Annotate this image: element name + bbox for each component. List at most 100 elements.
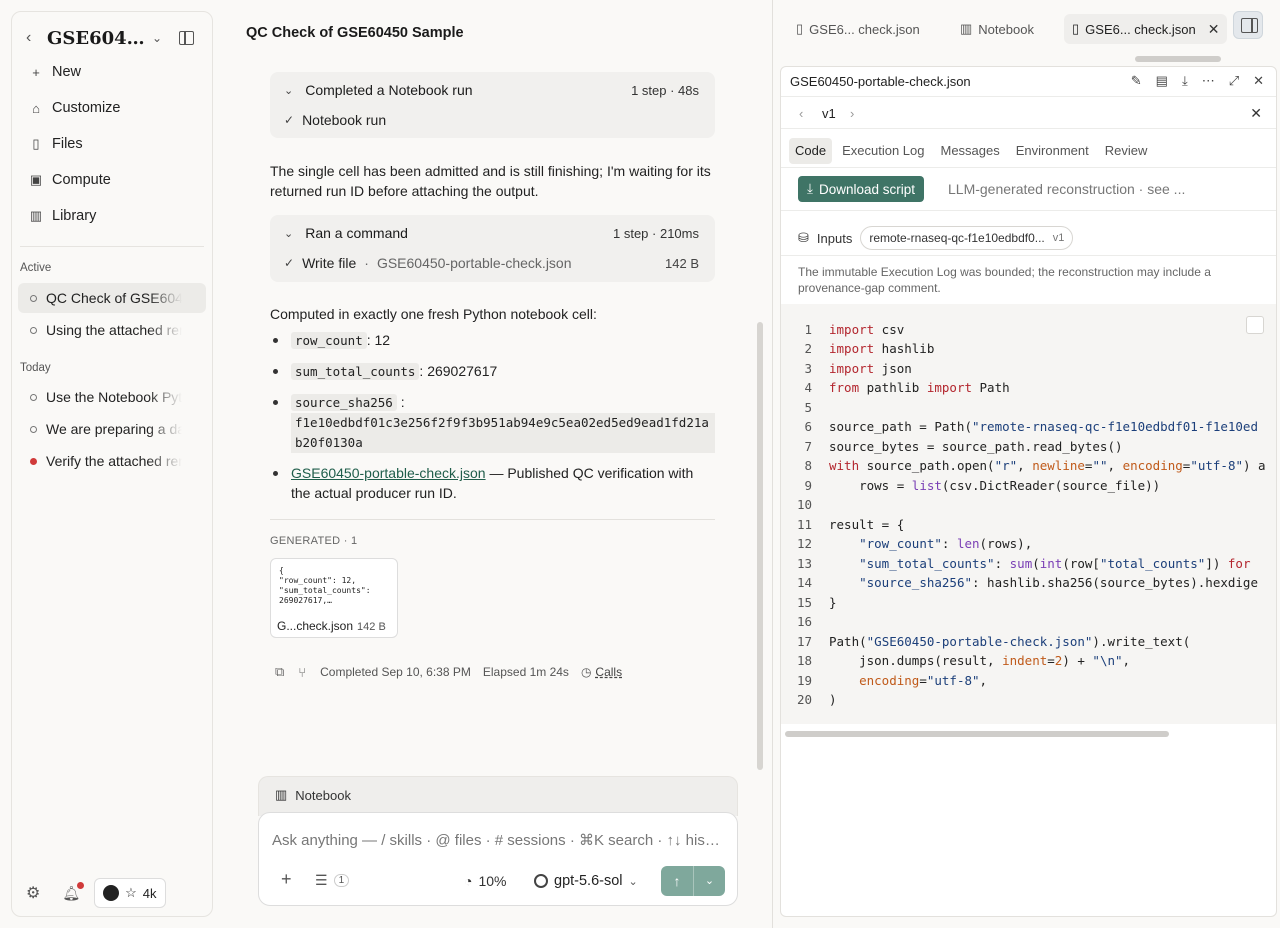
list-item: source_sha256 : f1e10edbdf01c3e256f2f9f3… bbox=[273, 392, 715, 453]
more-icon[interactable]: ⋯ bbox=[1202, 73, 1215, 89]
code-horizontal-scrollbar[interactable] bbox=[785, 731, 1169, 737]
check-icon: ✓ bbox=[284, 113, 295, 127]
chevron-down-icon: ⌄ bbox=[628, 875, 638, 888]
tab-notebook[interactable]: ▥ Notebook bbox=[960, 14, 1034, 44]
download-icon[interactable]: ⤓ bbox=[1182, 73, 1188, 89]
session-item[interactable]: Use the Notebook Python bbox=[18, 382, 206, 412]
section-today: Today bbox=[20, 362, 51, 374]
check-icon: ✓ bbox=[284, 256, 295, 270]
composer: Ask anything — / skills · @ files · # se… bbox=[258, 812, 738, 906]
code-line: 6 source_path = Path("remote-rnaseq-qc-f1… bbox=[804, 419, 1258, 434]
session-item[interactable]: We are preparing a dataset bbox=[18, 414, 206, 444]
download-icon: ⤓ bbox=[807, 181, 813, 196]
chevron-down-icon[interactable]: ⌄ bbox=[152, 31, 162, 45]
sidebar: ‹ GSE60450... ⌄ +New ⌂Customize ▯Files ▣… bbox=[11, 11, 213, 917]
session-item[interactable]: Verify the attached remote bbox=[18, 446, 206, 476]
status-dot-error-icon bbox=[30, 457, 37, 465]
close-icon[interactable]: ✕ bbox=[1250, 105, 1262, 122]
file-icon: ▯ bbox=[32, 136, 40, 151]
tabs-scrollbar[interactable] bbox=[1135, 56, 1221, 62]
branch-icon[interactable]: ⑂ bbox=[298, 665, 306, 680]
send-button[interactable]: ↑ bbox=[661, 866, 693, 896]
tab-execution-log[interactable]: Execution Log bbox=[836, 138, 930, 164]
model-icon bbox=[534, 874, 548, 888]
close-icon[interactable]: ✕ bbox=[1253, 73, 1264, 89]
nav-files[interactable]: ▯ Files bbox=[28, 132, 82, 156]
chevron-down-icon[interactable]: ⌄ bbox=[284, 84, 293, 97]
sidebar-divider bbox=[20, 246, 204, 247]
calls-link[interactable]: Calls bbox=[595, 665, 622, 679]
chevron-down-icon[interactable]: ⌄ bbox=[284, 227, 293, 240]
code-line: 12 "row_count": len(rows), bbox=[796, 536, 1033, 551]
session-item[interactable]: Using the attached remote bbox=[18, 315, 206, 345]
code-line: 13 "sum_total_counts": sum(int(row["tota… bbox=[796, 556, 1251, 571]
nav-customize[interactable]: ⌂ Customize bbox=[28, 96, 120, 120]
message-text: Computed in exactly one fresh Python not… bbox=[270, 306, 597, 322]
panel-toggle-button[interactable] bbox=[1233, 11, 1263, 39]
plus-icon: + bbox=[32, 64, 40, 80]
tab-code[interactable]: Code bbox=[789, 138, 833, 164]
output-file-link[interactable]: GSE60450-portable-check.json bbox=[291, 465, 486, 481]
back-icon[interactable]: ‹ bbox=[26, 29, 31, 47]
sidebar-header: ‹ GSE60450... ⌄ bbox=[12, 26, 212, 52]
next-version-icon[interactable]: › bbox=[850, 106, 854, 121]
bell-icon[interactable]: 🔔︎ bbox=[62, 881, 84, 902]
tools-button[interactable]: ☰ 1 bbox=[315, 872, 350, 889]
close-icon[interactable]: ✕ bbox=[1208, 21, 1220, 38]
document-icon[interactable]: ▤ bbox=[1156, 73, 1168, 89]
code-line: 19 encoding="utf-8", bbox=[796, 673, 988, 688]
send-options-button[interactable]: ⌄ bbox=[693, 866, 725, 896]
chip-icon: ▣ bbox=[29, 172, 43, 187]
file-viewer: GSE60450-portable-check.json ✎ ▤ ⤓ ⋯ ⤢ ✕… bbox=[780, 66, 1277, 917]
provenance-note: The immutable Execution Log was bounded;… bbox=[798, 265, 1211, 295]
context-usage[interactable]: ◔ 10% bbox=[464, 873, 507, 889]
composer-mode-bar: ▥ Notebook bbox=[258, 776, 738, 816]
tab-review[interactable]: Review bbox=[1099, 138, 1154, 164]
tab-file-active[interactable]: ▯ GSE6... check.json ✕ bbox=[1064, 14, 1228, 44]
add-attachment-button[interactable]: + bbox=[281, 869, 292, 890]
code-line: 15} bbox=[796, 595, 837, 610]
sliders-icon: ☰ bbox=[315, 872, 328, 888]
file-icon: ▯ bbox=[1072, 21, 1080, 36]
github-stars-button[interactable]: ☆ 4k bbox=[94, 878, 166, 908]
expand-icon[interactable]: ⤢ bbox=[1229, 73, 1239, 89]
tab-file[interactable]: ▯ GSE6... check.json bbox=[796, 14, 920, 44]
code-line: 2 import hashlib bbox=[804, 341, 935, 356]
gear-icon[interactable]: ⚙ bbox=[26, 883, 40, 903]
code-line: 1 import csv bbox=[804, 322, 905, 337]
chat-input[interactable]: Ask anything — / skills · @ files · # se… bbox=[272, 831, 724, 849]
version-label: v1 bbox=[822, 106, 836, 121]
chat-scrollbar[interactable] bbox=[757, 322, 763, 770]
nav-compute[interactable]: ▣ Compute bbox=[28, 168, 111, 192]
gauge-icon: ◔ bbox=[464, 873, 473, 889]
book-icon: ▥ bbox=[29, 208, 43, 223]
nav-new[interactable]: + New bbox=[28, 60, 81, 84]
tab-environment[interactable]: Environment bbox=[1010, 138, 1095, 164]
copy-icon[interactable] bbox=[1246, 316, 1264, 334]
code-line: 5 bbox=[804, 400, 812, 415]
status-dot-icon bbox=[30, 425, 37, 433]
notebook-run-card[interactable]: ⌄ Completed a Notebook run 1 step · 48s … bbox=[270, 72, 715, 138]
code-line: 16 bbox=[796, 614, 812, 629]
list-item: sum_total_counts: 269027617 bbox=[273, 361, 715, 382]
database-icon: ⛁ bbox=[798, 230, 809, 245]
chat-title: QC Check of GSE60450 Sample bbox=[246, 25, 464, 41]
download-script-button[interactable]: ⤓ Download script bbox=[798, 176, 925, 202]
input-chip[interactable]: remote-rnaseq-qc-f1e10edbdf0... v1 bbox=[860, 226, 1074, 250]
sidebar-footer: ⚙ 🔔︎ ☆ 4k bbox=[24, 878, 166, 908]
prev-version-icon[interactable]: ‹ bbox=[799, 106, 803, 121]
code-block: 1 import csv 2 import hashlib 3 import json… bbox=[781, 304, 1276, 724]
project-title[interactable]: GSE60450... bbox=[47, 28, 153, 49]
section-active: Active bbox=[20, 262, 52, 274]
edit-icon[interactable]: ✎ bbox=[1131, 73, 1142, 89]
inputs-row: ⛁ Inputs remote-rnaseq-qc-f1e10edbdf0...… bbox=[798, 226, 1074, 250]
panel-divider[interactable] bbox=[772, 0, 773, 928]
nav-library[interactable]: ▥ Library bbox=[28, 204, 96, 228]
sidebar-toggle-icon[interactable] bbox=[179, 31, 194, 45]
session-item[interactable]: QC Check of GSE60450 Sample bbox=[18, 283, 206, 313]
copy-icon[interactable]: ⧉ bbox=[275, 664, 284, 680]
tab-messages[interactable]: Messages bbox=[934, 138, 1005, 164]
model-selector[interactable]: gpt-5.6-sol ⌄ bbox=[534, 873, 638, 889]
generated-file-thumbnail[interactable]: { "row_count": 12, "sum_total_counts": 2… bbox=[270, 558, 398, 638]
command-card[interactable]: ⌄ Ran a command 1 step · 210ms ✓ Write f… bbox=[270, 215, 715, 282]
